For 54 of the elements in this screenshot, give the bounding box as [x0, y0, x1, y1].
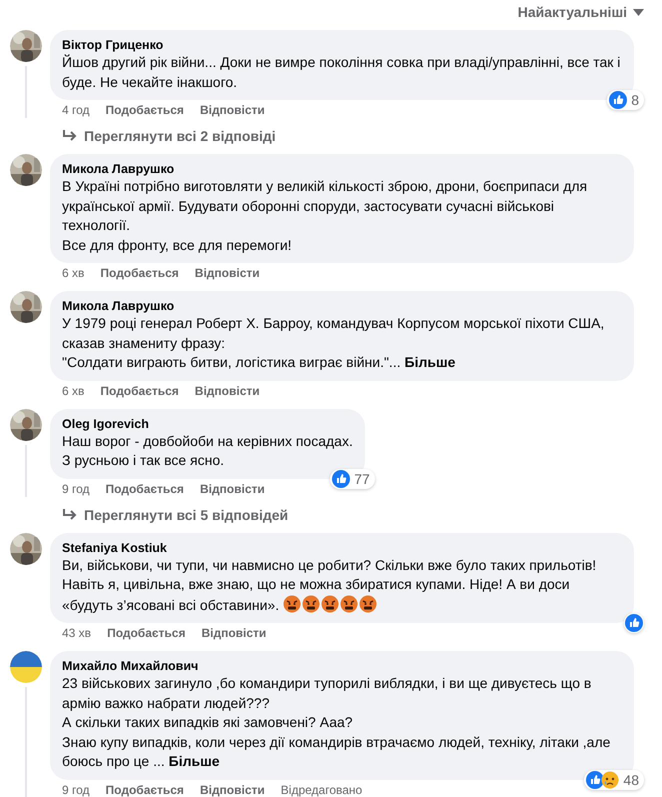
- reply-link[interactable]: Відповісти: [200, 782, 265, 797]
- timestamp[interactable]: 6 хв: [62, 266, 84, 281]
- like-link[interactable]: Подобається: [106, 103, 184, 118]
- like-icon: [586, 770, 604, 788]
- reply-link[interactable]: Відповісти: [194, 266, 260, 281]
- angry-face-icon: [340, 594, 358, 612]
- like-link[interactable]: Подобається: [100, 266, 179, 281]
- author-name[interactable]: Stefaniya Kostiuk: [62, 540, 622, 556]
- author-name[interactable]: Микола Лаврушко: [62, 161, 622, 177]
- like-link[interactable]: Подобається: [106, 482, 184, 496]
- like-icon: [332, 470, 350, 488]
- author-name[interactable]: Микола Лаврушко: [62, 298, 622, 314]
- comment-text: Йшов другий рік війни... Доки не вимре покоління совка при владі/управлінні, все так і буде. Не чекайте інакшого.: [62, 53, 622, 92]
- angry-face-icon: [302, 594, 320, 612]
- like-icon: [625, 614, 643, 632]
- timestamp[interactable]: 9 год: [62, 482, 90, 496]
- view-replies-link[interactable]: Переглянути всі 2 відповіді: [50, 118, 276, 154]
- reactions-badge[interactable]: [624, 613, 644, 633]
- reactions-badge[interactable]: 48: [584, 770, 644, 790]
- like-link[interactable]: Подобається: [107, 626, 186, 641]
- reply-link[interactable]: Відповісти: [194, 384, 260, 398]
- timestamp[interactable]: 9 год: [62, 782, 90, 797]
- angry-face-icon: [283, 594, 302, 612]
- comment-text: 23 військових загинуло ,бо командири тупорилі виблядки, і ви ще дивуєтесь що в армію важко набрати людей??? А скільки таких випадків які замовчені? Ааа? Знаю купу випадків, коли через дії командирів втрачаємо людей, техніку, літаки ,але боюсь про це ... Більше: [62, 674, 612, 771]
- caret-icon: [633, 8, 644, 16]
- timestamp[interactable]: 4 год: [62, 103, 90, 118]
- angry-face-icon: [321, 594, 340, 612]
- like-link[interactable]: Подобається: [100, 384, 179, 398]
- sad-face-icon: [601, 770, 620, 788]
- comment-text: У 1979 році генерал Роберт Х. Барроу, командувач Корпусом морської піхоти США, сказав знамениту фразу: "Солдати виграють битви, логістика виграє війни."... Більше: [62, 314, 606, 372]
- comment-text: Ви, військови, чи тупи, чи навмисно це робити? Скільки вже було таких прильотів! Навіть я, цивільна, вже знаю, що не можна збиратися купами. Ніде! А ви доси «будуть з’ясовані всі обставини».: [62, 556, 598, 615]
- reactions-badge[interactable]: 77: [330, 468, 375, 488]
- edited-label: Відредаговано: [280, 782, 362, 797]
- angry-face-icon: [359, 594, 378, 612]
- reply-arrow-icon: [62, 508, 78, 522]
- like-link[interactable]: Подобається: [106, 782, 184, 797]
- view-replies-link[interactable]: Переглянути всі 5 відповідей: [50, 496, 288, 532]
- reactions-badge[interactable]: 8: [607, 90, 644, 110]
- reply-arrow-icon: [62, 129, 78, 143]
- more-link[interactable]: Більше: [404, 354, 456, 370]
- author-name[interactable]: Михайло Михайлович: [62, 658, 622, 674]
- timestamp[interactable]: 43 хв: [62, 626, 92, 641]
- reply-link[interactable]: Відповісти: [201, 626, 266, 641]
- author-name[interactable]: Oleg Igorevich: [62, 416, 353, 432]
- timestamp[interactable]: 6 хв: [62, 384, 84, 398]
- more-link[interactable]: Більше: [168, 753, 220, 769]
- sort-dropdown[interactable]: Найактуальніші: [518, 4, 644, 20]
- comment-text: В Україні потрібно виготовляти у великій кількості зброю, дрони, боєприпаси для української армії. Будувати оборонні споруди, застосувати сучасні військові технології. Все для фронту, все для перемоги!: [62, 177, 588, 255]
- reply-link[interactable]: Відповісти: [200, 103, 265, 118]
- flag-avatar[interactable]: [10, 651, 42, 683]
- reply-link[interactable]: Відповісти: [200, 482, 265, 496]
- like-icon: [609, 91, 628, 109]
- comment-text: Наш ворог - довбойоби на керівних посадах. З русньою і так все ясно.: [62, 432, 353, 470]
- author-name[interactable]: Віктор Гриценко: [62, 37, 622, 53]
